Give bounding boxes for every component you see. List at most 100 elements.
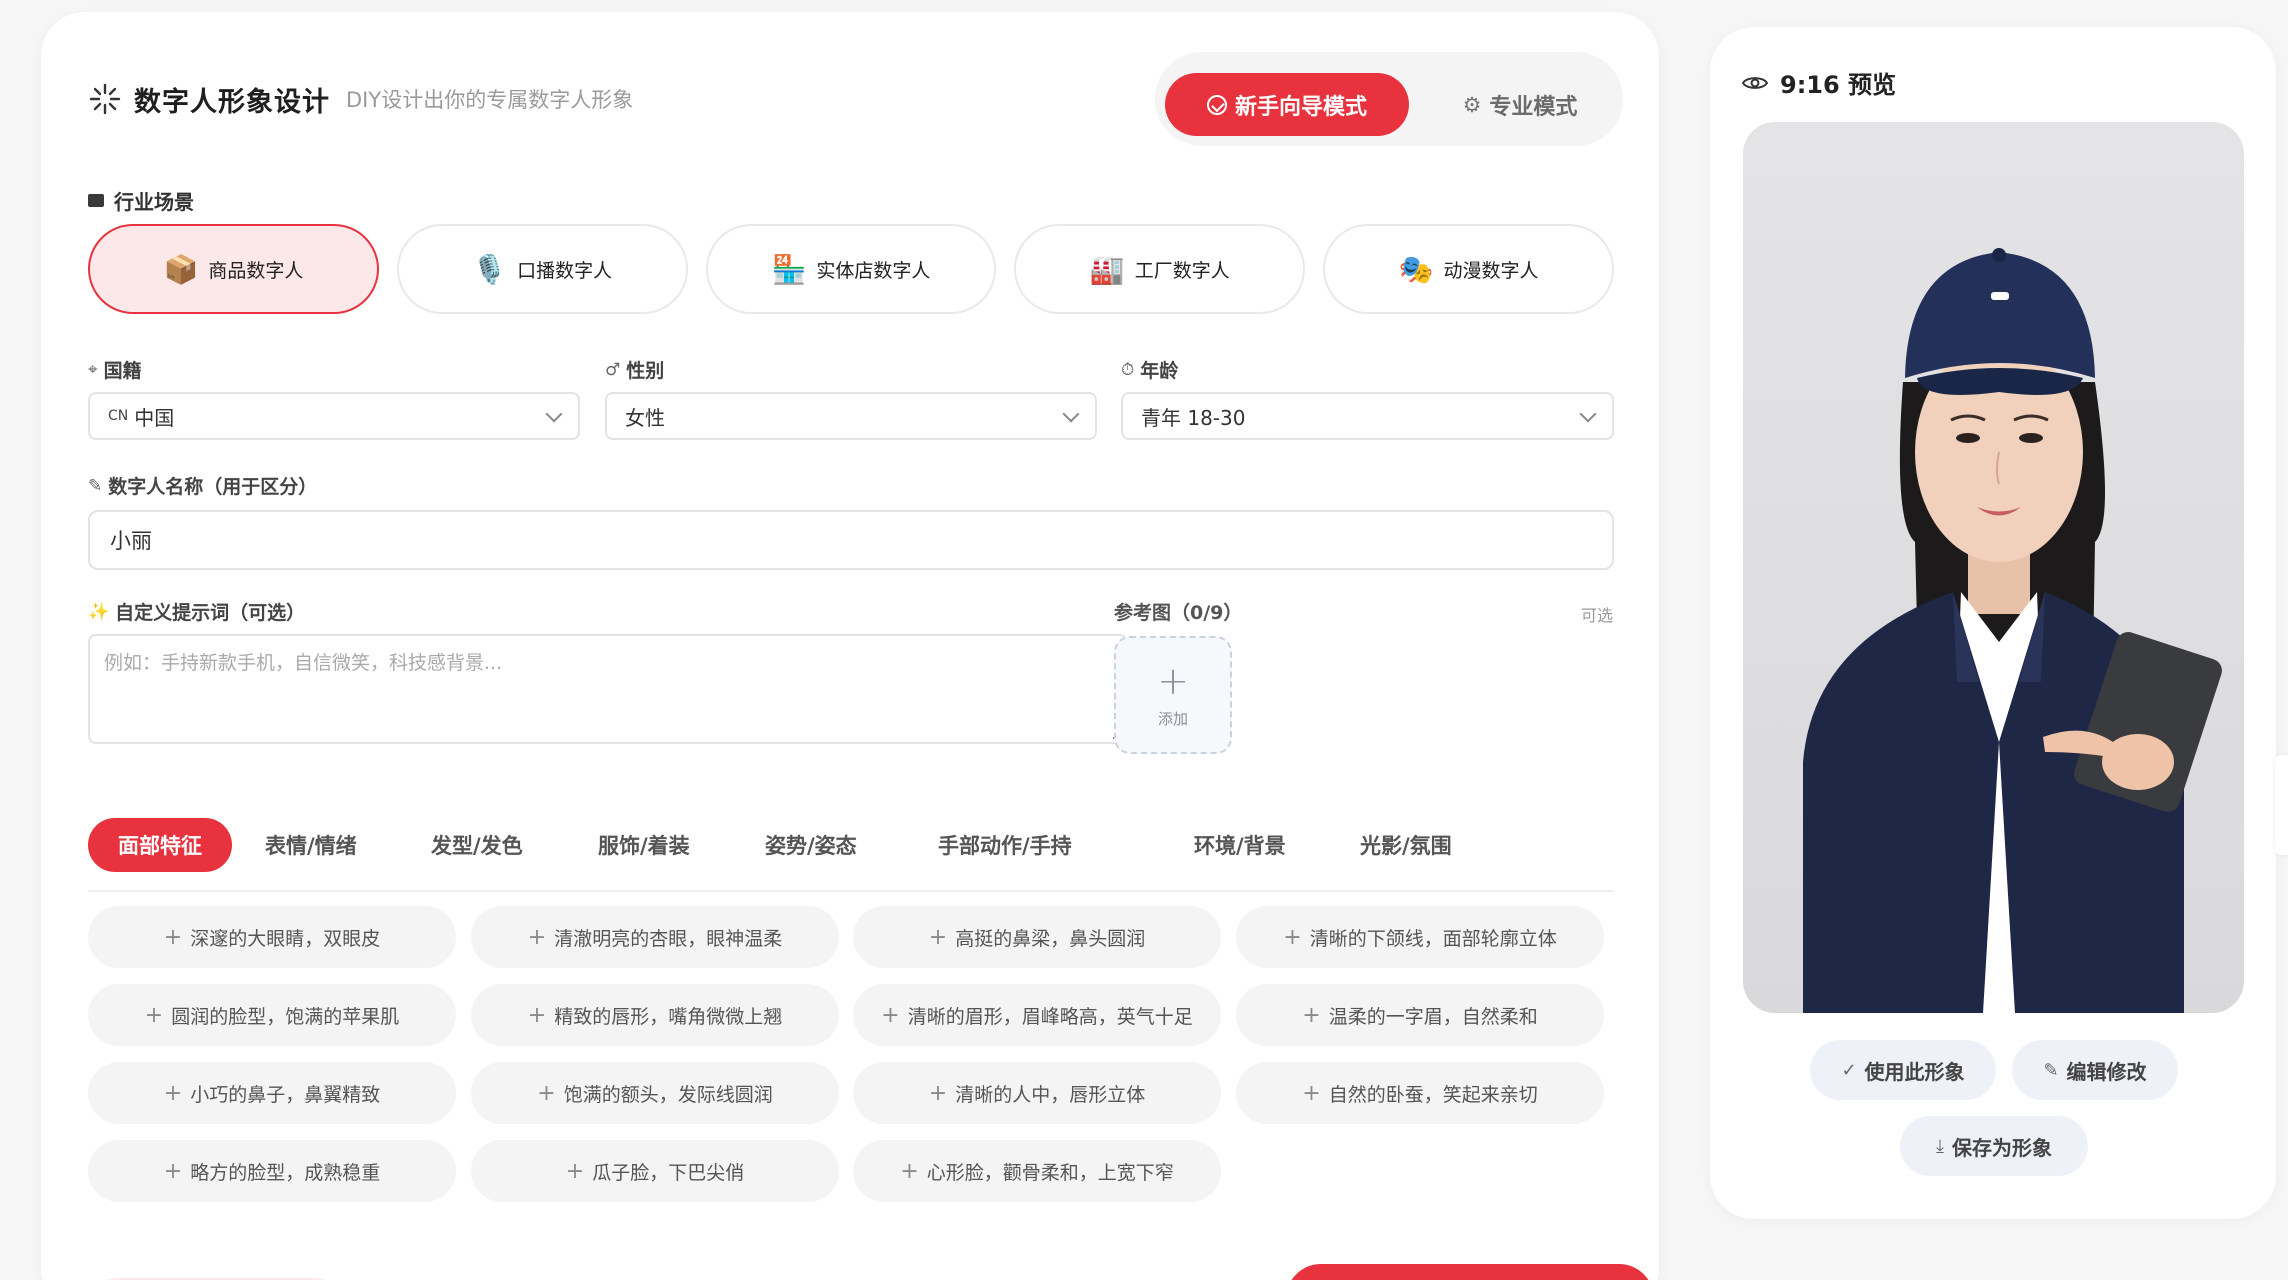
industry-options: 📦 商品数字人 🎙️ 口播数字人 🏪 实体店数字人 🏭 工厂数字人 🎭 动漫数字… bbox=[88, 224, 1614, 314]
chip-label: 精致的唇形，嘴角微微上翘 bbox=[554, 1005, 783, 1028]
chip-label: 清晰的下颌线，面部轮廓立体 bbox=[1309, 927, 1557, 950]
edit-label: 编辑修改 bbox=[2066, 1059, 2147, 1084]
chip[interactable]: + 略方的脸型，成熟稳重 bbox=[88, 1140, 456, 1202]
chip[interactable]: + 清晰的下颌线，面部轮廓立体 bbox=[1236, 906, 1604, 968]
timer-icon: ⏱ bbox=[1121, 359, 1135, 380]
chip[interactable]: + 自然的卧蚕，笑起来亲切 bbox=[1236, 1062, 1604, 1124]
side-panel-handle[interactable] bbox=[2275, 755, 2288, 855]
tab-clothing[interactable]: 服饰/着装 bbox=[598, 818, 690, 872]
checkmark-icon: ✓ bbox=[1841, 1059, 1857, 1081]
prompt-label-text: 自定义提示词（可选） bbox=[115, 602, 306, 624]
industry-card-label: 工厂数字人 bbox=[1134, 259, 1230, 282]
add-reference-label: 添加 bbox=[1157, 709, 1188, 728]
chevron-down-icon bbox=[545, 405, 563, 423]
industry-card-factory[interactable]: 🏭 工厂数字人 bbox=[1014, 224, 1306, 314]
chip-label: 温柔的一字眉，自然柔和 bbox=[1328, 1005, 1538, 1028]
gender-select[interactable]: 女性 bbox=[605, 392, 1097, 440]
chevron-down-icon bbox=[1579, 405, 1597, 423]
eye-icon bbox=[1742, 76, 1768, 89]
use-avatar-label: 使用此形象 bbox=[1864, 1059, 1965, 1084]
chip[interactable]: + 小巧的鼻子，鼻翼精致 bbox=[88, 1062, 456, 1124]
tab-expression[interactable]: 表情/情绪 bbox=[265, 818, 357, 872]
industry-label: 行业场景 bbox=[88, 186, 194, 215]
chip[interactable]: + 精致的唇形，嘴角微微上翘 bbox=[471, 984, 839, 1046]
chevron-down-icon bbox=[1062, 405, 1080, 423]
location-pin-icon: ⌖ bbox=[88, 359, 98, 380]
nationality-label: ⌖ 国籍 bbox=[88, 356, 142, 383]
designer-panel: 数字人形象设计 DIY设计出你的专属数字人形象 新手向导模式 ⚙ 专业模式 行业… bbox=[41, 12, 1659, 1280]
sparkles-icon: ✨ bbox=[88, 601, 110, 622]
chip[interactable]: + 清澈明亮的杏眼，眼神温柔 bbox=[471, 906, 839, 968]
check-circle-icon bbox=[1206, 94, 1227, 115]
industry-card-product[interactable]: 📦 商品数字人 bbox=[88, 224, 379, 314]
microphone-icon: 🎙️ bbox=[472, 252, 508, 286]
nationality-select[interactable]: CN 中国 bbox=[88, 392, 580, 440]
tab-hand[interactable]: 手部动作/手持 bbox=[938, 818, 1072, 872]
chip[interactable]: + 心形脸，颧骨柔和，上宽下窄 bbox=[853, 1140, 1221, 1202]
edit-button[interactable]: ✎ 编辑修改 bbox=[2012, 1040, 2178, 1100]
plus-icon: + bbox=[163, 924, 183, 950]
beginner-mode-label: 新手向导模式 bbox=[1234, 94, 1367, 120]
plus-icon: + bbox=[565, 1158, 585, 1184]
sparkle-icon bbox=[89, 83, 121, 115]
pro-mode-label: 专业模式 bbox=[1489, 94, 1578, 120]
tab-face[interactable]: 面部特征 bbox=[88, 818, 232, 872]
industry-card-broadcast[interactable]: 🎙️ 口播数字人 bbox=[396, 224, 688, 314]
gear-icon: ⚙ bbox=[1462, 92, 1482, 117]
pro-mode-button[interactable]: ⚙ 专业模式 bbox=[1425, 73, 1615, 136]
age-label: ⏱ 年龄 bbox=[1121, 356, 1178, 383]
chip-label: 饱满的额头，发际线圆润 bbox=[563, 1083, 773, 1106]
chip[interactable]: + 清晰的人中，唇形立体 bbox=[853, 1062, 1221, 1124]
plus-icon: + bbox=[1157, 658, 1189, 703]
tab-pose[interactable]: 姿势/姿态 bbox=[765, 818, 857, 872]
reference-optional-text: 可选 bbox=[1581, 606, 1614, 625]
download-icon: ⤓ bbox=[1936, 1135, 1944, 1157]
tab-lighting[interactable]: 光影/氛围 bbox=[1360, 818, 1452, 872]
male-symbol-icon: ♂ bbox=[605, 359, 621, 380]
page-subtitle: DIY设计出你的专属数字人形象 bbox=[346, 88, 634, 112]
chip[interactable]: + 温柔的一字眉，自然柔和 bbox=[1236, 984, 1604, 1046]
page-title: 数字人形象设计 bbox=[134, 86, 330, 118]
gender-label-text: 性别 bbox=[626, 360, 665, 382]
beginner-mode-button[interactable]: 新手向导模式 bbox=[1165, 73, 1409, 136]
chip[interactable]: + 饱满的额头，发际线圆润 bbox=[471, 1062, 839, 1124]
chip[interactable]: + 深邃的大眼睛，双眼皮 bbox=[88, 906, 456, 968]
save-avatar-button[interactable]: ⤓ 保存为形象 bbox=[1900, 1116, 2088, 1176]
gender-label: ♂ 性别 bbox=[605, 356, 664, 383]
age-label-text: 年龄 bbox=[1140, 360, 1179, 382]
preview-panel: 9:16 预览 ✓ 使用此形象 ✎ 编辑修改 ⤓ 保存为形象 bbox=[1710, 27, 2276, 1219]
chip-label: 自然的卧蚕，笑起来亲切 bbox=[1328, 1083, 1538, 1106]
age-value: 青年 18-30 bbox=[1141, 405, 1246, 430]
plus-icon: + bbox=[163, 1080, 183, 1106]
tab-hair[interactable]: 发型/发色 bbox=[431, 818, 523, 872]
chip-label: 高挺的鼻梁，鼻头圆润 bbox=[955, 927, 1146, 950]
chip-label: 清晰的人中，唇形立体 bbox=[955, 1083, 1146, 1106]
age-select[interactable]: 青年 18-30 bbox=[1121, 392, 1614, 440]
tab-environment[interactable]: 环境/背景 bbox=[1194, 818, 1286, 872]
avatar-preview-image bbox=[1743, 122, 2244, 1013]
chip[interactable]: + 清晰的眉形，眉峰略高，英气十足 bbox=[853, 984, 1221, 1046]
plus-icon: + bbox=[527, 1002, 547, 1028]
plus-icon: + bbox=[1302, 1080, 1321, 1106]
chip[interactable]: + 瓜子脸，下巴尖俏 bbox=[471, 1140, 839, 1202]
save-avatar-label: 保存为形象 bbox=[1951, 1135, 2052, 1160]
industry-label-text: 行业场景 bbox=[114, 190, 194, 214]
mode-switch: 新手向导模式 ⚙ 专业模式 bbox=[1155, 52, 1623, 146]
plus-icon: + bbox=[163, 1158, 183, 1184]
chip[interactable]: + 高挺的鼻梁，鼻头圆润 bbox=[853, 906, 1221, 968]
chip-label: 清澈明亮的杏眼，眼神温柔 bbox=[554, 927, 783, 950]
industry-card-anime[interactable]: 🎭 动漫数字人 bbox=[1323, 224, 1614, 314]
chip-label: 小巧的鼻子，鼻翼精致 bbox=[190, 1083, 381, 1106]
add-reference-button[interactable]: + 添加 bbox=[1114, 636, 1232, 754]
chip-label: 略方的脸型，成熟稳重 bbox=[190, 1161, 381, 1184]
prompt-textarea[interactable]: 例如：手持新款手机，自信微笑，科技感背景... bbox=[88, 634, 1128, 744]
plus-icon: + bbox=[537, 1080, 556, 1106]
primary-action-button[interactable] bbox=[1286, 1264, 1654, 1280]
industry-card-store[interactable]: 🏪 实体店数字人 bbox=[705, 224, 997, 314]
briefcase-icon bbox=[88, 194, 104, 207]
name-input[interactable]: 小丽 bbox=[88, 510, 1614, 570]
chip[interactable]: + 圆润的脸型，饱满的苹果肌 bbox=[88, 984, 456, 1046]
use-avatar-button[interactable]: ✓ 使用此形象 bbox=[1810, 1040, 1996, 1100]
industry-card-label: 商品数字人 bbox=[208, 259, 304, 282]
feature-tabs: 面部特征 表情/情绪 发型/发色 服饰/着装 姿势/姿态 手部动作/手持 环境/… bbox=[88, 818, 1614, 892]
